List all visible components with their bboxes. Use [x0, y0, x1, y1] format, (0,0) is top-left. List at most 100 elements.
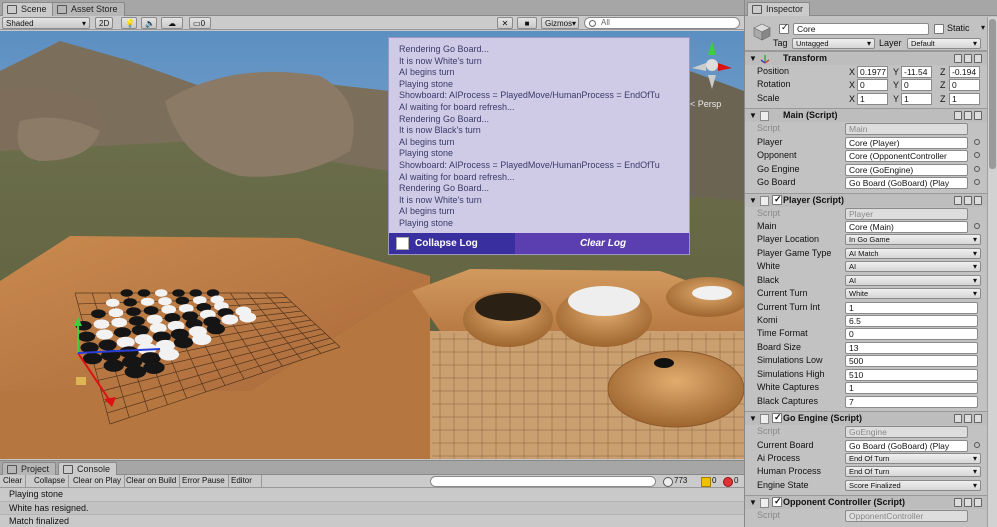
tab-project[interactable]: Project	[2, 462, 57, 475]
chevron-down-icon[interactable]: ▾	[981, 23, 985, 32]
help-icon[interactable]	[954, 111, 962, 121]
position-x-field[interactable]: 0.1977	[857, 66, 888, 78]
tools-button[interactable]: ✕	[497, 17, 513, 29]
gear-icon[interactable]	[974, 111, 982, 121]
console-log-entry[interactable]: Match finalized	[0, 515, 744, 527]
gear-icon[interactable]	[974, 498, 982, 508]
gameobject-name-field[interactable]: Core	[793, 23, 929, 35]
lighting-toggle[interactable]: 💡	[121, 17, 137, 29]
go-board-field[interactable]: Go Board (GoBoard) (Play	[845, 177, 968, 190]
fold-triangle-icon[interactable]: ▼	[749, 109, 757, 122]
fold-triangle-icon[interactable]: ▼	[749, 194, 757, 207]
scale-y-field[interactable]: 1	[901, 92, 932, 105]
main-script-header[interactable]: ▼ Main (Script)	[745, 108, 988, 123]
layer-dropdown[interactable]: Default	[907, 38, 981, 49]
warning-count-toggle[interactable]: 0	[700, 475, 716, 488]
collapse-toggle[interactable]: Collapse	[31, 475, 70, 488]
component-header-icons[interactable]	[952, 414, 984, 424]
help-icon[interactable]	[954, 414, 962, 424]
gear-icon[interactable]	[974, 195, 982, 205]
console-log-entry[interactable]: White has resigned.	[0, 502, 744, 515]
ai-process-dropdown[interactable]: End Of Turn	[845, 452, 981, 464]
gizmo-y-axis[interactable]	[708, 41, 716, 55]
camera-dropdown[interactable]: ■	[517, 17, 537, 29]
object-picker-icon[interactable]	[974, 152, 980, 159]
object-picker-icon[interactable]	[974, 441, 980, 448]
shading-mode-dropdown[interactable]: Shaded ▾	[2, 17, 90, 29]
scene-search-input[interactable]: All	[584, 17, 740, 29]
tab-console[interactable]: Console	[58, 462, 118, 475]
fold-triangle-icon[interactable]: ▼	[749, 52, 757, 65]
object-picker-icon[interactable]	[974, 165, 980, 172]
board-size-field[interactable]: 13	[845, 341, 978, 354]
current-turn-int-field[interactable]: 1	[845, 301, 978, 314]
gear-icon[interactable]	[974, 54, 982, 63]
gameobject-active-checkbox[interactable]	[779, 22, 789, 34]
position-y-field[interactable]: -11.54	[901, 66, 932, 78]
main-field[interactable]: Core (Main)	[845, 220, 968, 233]
gear-icon[interactable]	[974, 414, 982, 424]
player-location-dropdown[interactable]: In Go Game	[845, 234, 981, 246]
object-picker-icon[interactable]	[974, 138, 980, 145]
orientation-gizmo[interactable]	[687, 33, 737, 93]
opponent-controller-enabled-checkbox[interactable]	[772, 495, 782, 508]
scrollbar-thumb[interactable]	[989, 19, 996, 169]
collapse-log-button[interactable]: Collapse Log	[389, 233, 515, 254]
current-board-field[interactable]: Go Board (GoBoard) (Play	[845, 439, 968, 452]
error-pause-toggle[interactable]: Error Pause	[179, 475, 229, 488]
console-log-entry[interactable]: Playing stone	[0, 488, 744, 502]
current-turn-dropdown[interactable]: White	[845, 288, 981, 300]
component-header-icons[interactable]	[952, 195, 984, 206]
tag-dropdown[interactable]: Untagged	[792, 38, 875, 49]
preset-icon[interactable]	[964, 111, 972, 121]
player-field[interactable]: Core (Player)	[845, 136, 968, 149]
error-count-toggle[interactable]: 0	[722, 475, 738, 488]
gizmo-x-axis[interactable]	[718, 63, 732, 71]
perspective-label[interactable]: < Persp	[690, 99, 721, 109]
engine-state-dropdown[interactable]: Score Finalized	[845, 479, 981, 491]
help-icon[interactable]	[954, 54, 962, 63]
go-engine-field[interactable]: Core (GoEngine)	[845, 163, 968, 176]
black-dropdown[interactable]: AI	[845, 274, 981, 286]
gizmo-neg-x-axis[interactable]	[692, 63, 706, 71]
effects-dropdown[interactable]: ☁	[161, 17, 183, 29]
audio-toggle[interactable]: 🔈	[141, 17, 157, 29]
scale-x-field[interactable]: 1	[857, 92, 888, 105]
fold-triangle-icon[interactable]: ▼	[749, 496, 757, 509]
komi-field[interactable]: 6.5	[845, 315, 978, 327]
clear-button[interactable]: Clear	[0, 475, 27, 488]
white-captures-field[interactable]: 1	[845, 382, 978, 395]
opponent-controller-header[interactable]: ▼ Opponent Controller (Script)	[745, 495, 988, 510]
hidden-objects-toggle[interactable]: ▭0	[189, 17, 211, 29]
component-header-icons[interactable]	[952, 111, 984, 121]
tab-inspector[interactable]: Inspector	[747, 2, 811, 16]
fold-triangle-icon[interactable]: ▼	[749, 412, 757, 425]
help-icon[interactable]	[954, 195, 962, 205]
black-captures-field[interactable]: 7	[845, 395, 978, 408]
scene-viewport[interactable]: Rendering Go Board... It is now White's t…	[0, 31, 744, 459]
gizmo-center[interactable]	[706, 59, 718, 71]
preset-icon[interactable]	[964, 414, 972, 424]
clear-log-button[interactable]: Clear Log	[515, 233, 689, 254]
collapse-log-checkbox[interactable]	[396, 237, 409, 250]
go-engine-script-header[interactable]: ▼ Go Engine (Script)	[745, 411, 988, 426]
gizmo-neg-y-axis[interactable]	[708, 75, 716, 89]
object-picker-icon[interactable]	[974, 222, 980, 229]
console-search-input[interactable]	[430, 476, 656, 487]
tab-asset-store[interactable]: Asset Store	[52, 2, 125, 16]
clear-on-play-toggle[interactable]: Clear on Play	[70, 475, 126, 488]
go-engine-enabled-checkbox[interactable]	[772, 411, 782, 424]
time-format-field[interactable]: 0	[845, 328, 978, 341]
human-process-dropdown[interactable]: End Of Turn	[845, 466, 981, 478]
info-count-toggle[interactable]: 773	[662, 475, 687, 488]
editor-dropdown[interactable]: Editor ▾	[228, 475, 262, 497]
2d-toggle[interactable]: 2D	[95, 17, 113, 29]
simulations-low-field[interactable]: 500	[845, 355, 978, 368]
preset-icon[interactable]	[964, 498, 972, 508]
help-icon[interactable]	[954, 498, 962, 508]
static-checkbox[interactable]	[934, 24, 944, 34]
player-script-header[interactable]: ▼ Player (Script)	[745, 192, 988, 207]
preset-icon[interactable]	[964, 54, 972, 63]
opponent-field[interactable]: Core (OpponentController	[845, 150, 968, 163]
object-picker-icon[interactable]	[974, 179, 980, 186]
